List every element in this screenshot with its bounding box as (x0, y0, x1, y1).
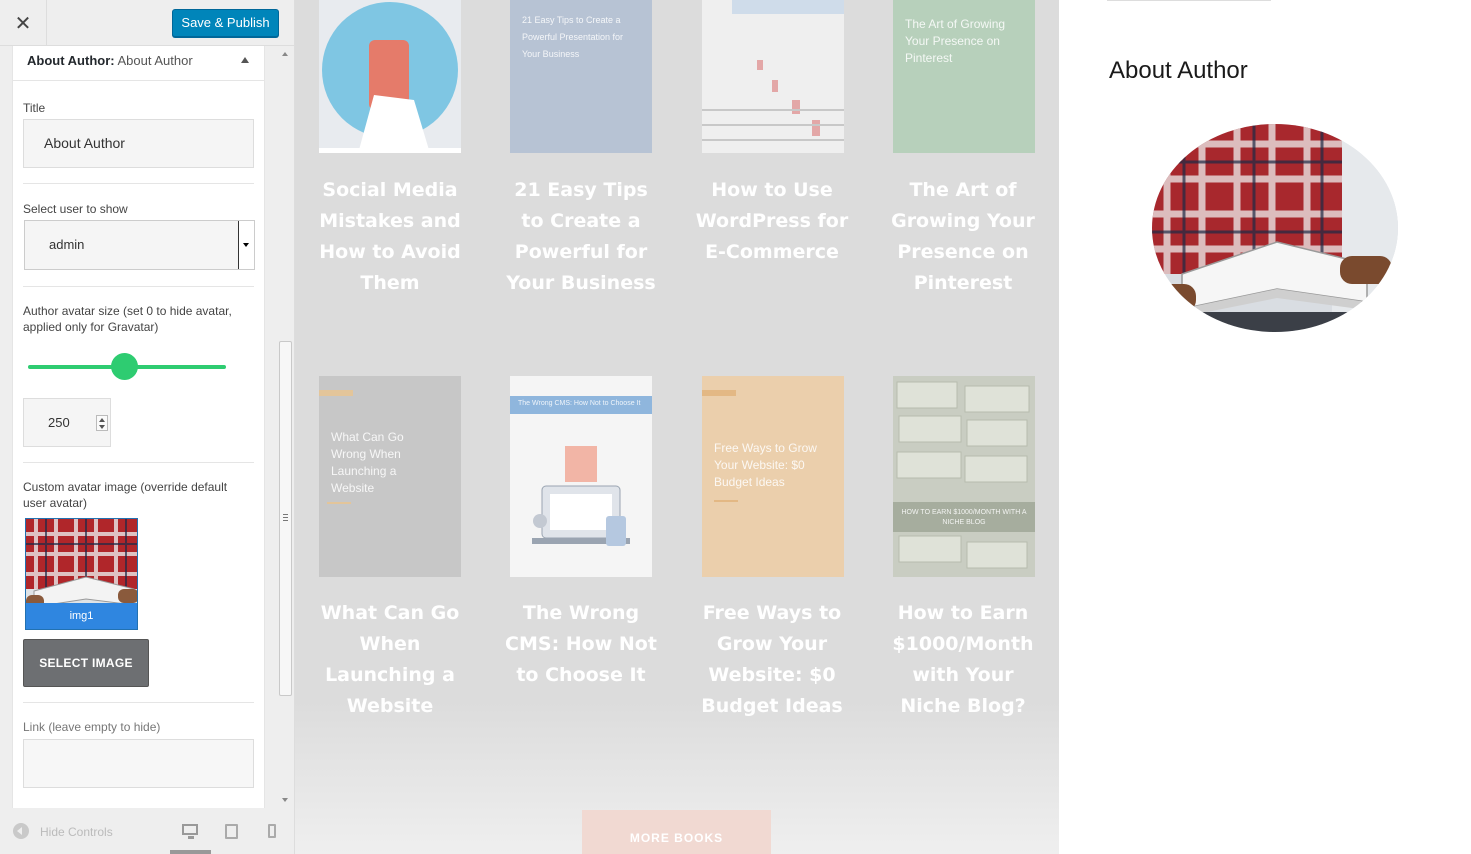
book-cover[interactable]: Free Ways to Grow Your Website: $0 Budge… (702, 376, 844, 577)
controls-scroll-area: About Author: About Author Title About A… (0, 46, 278, 808)
link-label: Link (leave empty to hide) (23, 720, 161, 734)
more-books-button[interactable]: MORE BOOKS (582, 810, 771, 854)
image-caption: img1 (26, 603, 137, 629)
book-cover[interactable]: What Can Go Wrong When Launching a Websi… (319, 376, 461, 577)
spin-down-icon[interactable] (99, 425, 105, 429)
customizer-header: ✕ Save & Publish (0, 0, 294, 46)
collapse-arrow-icon[interactable] (241, 57, 249, 63)
author-photo (1152, 124, 1398, 332)
title-input[interactable]: About Author (23, 119, 254, 168)
avatar-size-input[interactable]: 250 (23, 398, 111, 447)
divider (23, 183, 254, 184)
active-device-indicator (170, 850, 211, 854)
book-cover[interactable]: The Art of Growing Your Presence on Pint… (893, 0, 1035, 153)
scrollbar-thumb[interactable] (279, 341, 292, 696)
sidebar-scrollbar[interactable] (278, 46, 294, 808)
widget-title: About Author: About Author (27, 53, 193, 68)
cover-illustration (893, 376, 1035, 577)
cover-text: Free Ways to Grow Your Website: $0 Budge… (714, 441, 817, 489)
tablet-preview-icon[interactable] (225, 824, 238, 839)
chevron-down-icon (243, 243, 249, 247)
book-cover[interactable]: The Wrong CMS: How Not to Choose It (510, 376, 652, 577)
customizer-footer: Hide Controls (0, 808, 294, 854)
avatar-size-slider-handle[interactable] (111, 353, 138, 380)
book-cover[interactable]: 21 Easy Tips to Create a Powerful Presen… (510, 0, 652, 153)
site-preview: 21 Easy Tips to Create a Powerful Presen… (295, 0, 1471, 854)
number-spinner[interactable] (96, 415, 108, 431)
title-label: Title (23, 101, 46, 115)
book-cover[interactable] (702, 0, 844, 153)
divider (23, 286, 254, 287)
book-title[interactable]: The Wrong CMS: How Not to Choose It (501, 598, 661, 691)
widget-instance-title: About Author (117, 53, 193, 68)
cover-text: 21 Easy Tips to Create a Powerful Presen… (522, 15, 624, 59)
customizer-sidebar: ✕ Save & Publish About Author: About Aut… (0, 0, 295, 854)
scroll-up-icon[interactable] (282, 52, 288, 56)
mobile-preview-icon[interactable] (268, 824, 276, 838)
select-dropdown-button[interactable] (238, 221, 254, 269)
avatar-size-value: 250 (48, 415, 70, 430)
grip-icon (283, 514, 288, 521)
book-title[interactable]: The Art of Growing Your Presence on Pint… (883, 175, 1043, 299)
close-icon: ✕ (14, 12, 32, 35)
book-title[interactable]: Social Media Mistakes and How to Avoid T… (310, 175, 470, 299)
book-cover[interactable]: HOW TO EARN $1000/MONTH WITH A NICHE BLO… (893, 376, 1035, 577)
user-select[interactable]: admin (24, 220, 255, 270)
select-user-label: Select user to show (23, 202, 128, 216)
book-title[interactable]: How to Use WordPress for E-Commerce (692, 175, 852, 268)
select-image-button[interactable]: SELECT IMAGE (23, 639, 149, 687)
widget-panel: About Author: About Author Title About A… (12, 46, 265, 808)
divider (1107, 0, 1271, 1)
save-publish-button[interactable]: Save & Publish (172, 9, 279, 37)
cover-illustration (319, 0, 461, 153)
scroll-down-icon[interactable] (282, 798, 288, 802)
custom-avatar-thumbnail[interactable]: img1 (25, 518, 138, 630)
custom-avatar-label: Custom avatar image (override default us… (23, 480, 228, 510)
widget-header[interactable]: About Author: About Author (13, 46, 264, 81)
hide-controls-button[interactable]: Hide Controls (40, 825, 113, 839)
cover-text: HOW TO EARN $1000/MONTH WITH A NICHE BLO… (901, 509, 1027, 526)
user-select-value: admin (49, 237, 85, 252)
cover-illustration (702, 0, 844, 153)
close-button[interactable]: ✕ (0, 0, 47, 46)
books-grid: 21 Easy Tips to Create a Powerful Presen… (295, 0, 1059, 854)
cover-text: The Art of Growing Your Presence on Pint… (905, 17, 1006, 65)
spin-up-icon[interactable] (99, 418, 105, 422)
author-avatar (1152, 124, 1398, 332)
desktop-preview-icon[interactable] (182, 824, 198, 839)
collapse-sidebar-icon[interactable] (13, 823, 29, 839)
widget-type-label: About Author: (27, 53, 115, 68)
about-author-widget: About Author (1059, 0, 1471, 854)
book-cover[interactable] (319, 0, 461, 153)
cover-text: The Wrong CMS: How Not to Choose It (518, 400, 641, 407)
widget-heading: About Author (1109, 57, 1248, 84)
divider (23, 702, 254, 703)
link-input[interactable] (23, 739, 254, 788)
avatar-size-label: Author avatar size (set 0 to hide avatar… (23, 304, 232, 334)
book-title[interactable]: 21 Easy Tips to Create a Powerful for Yo… (501, 175, 661, 299)
divider (23, 462, 254, 463)
cover-text: What Can Go Wrong When Launching a Websi… (331, 430, 404, 495)
